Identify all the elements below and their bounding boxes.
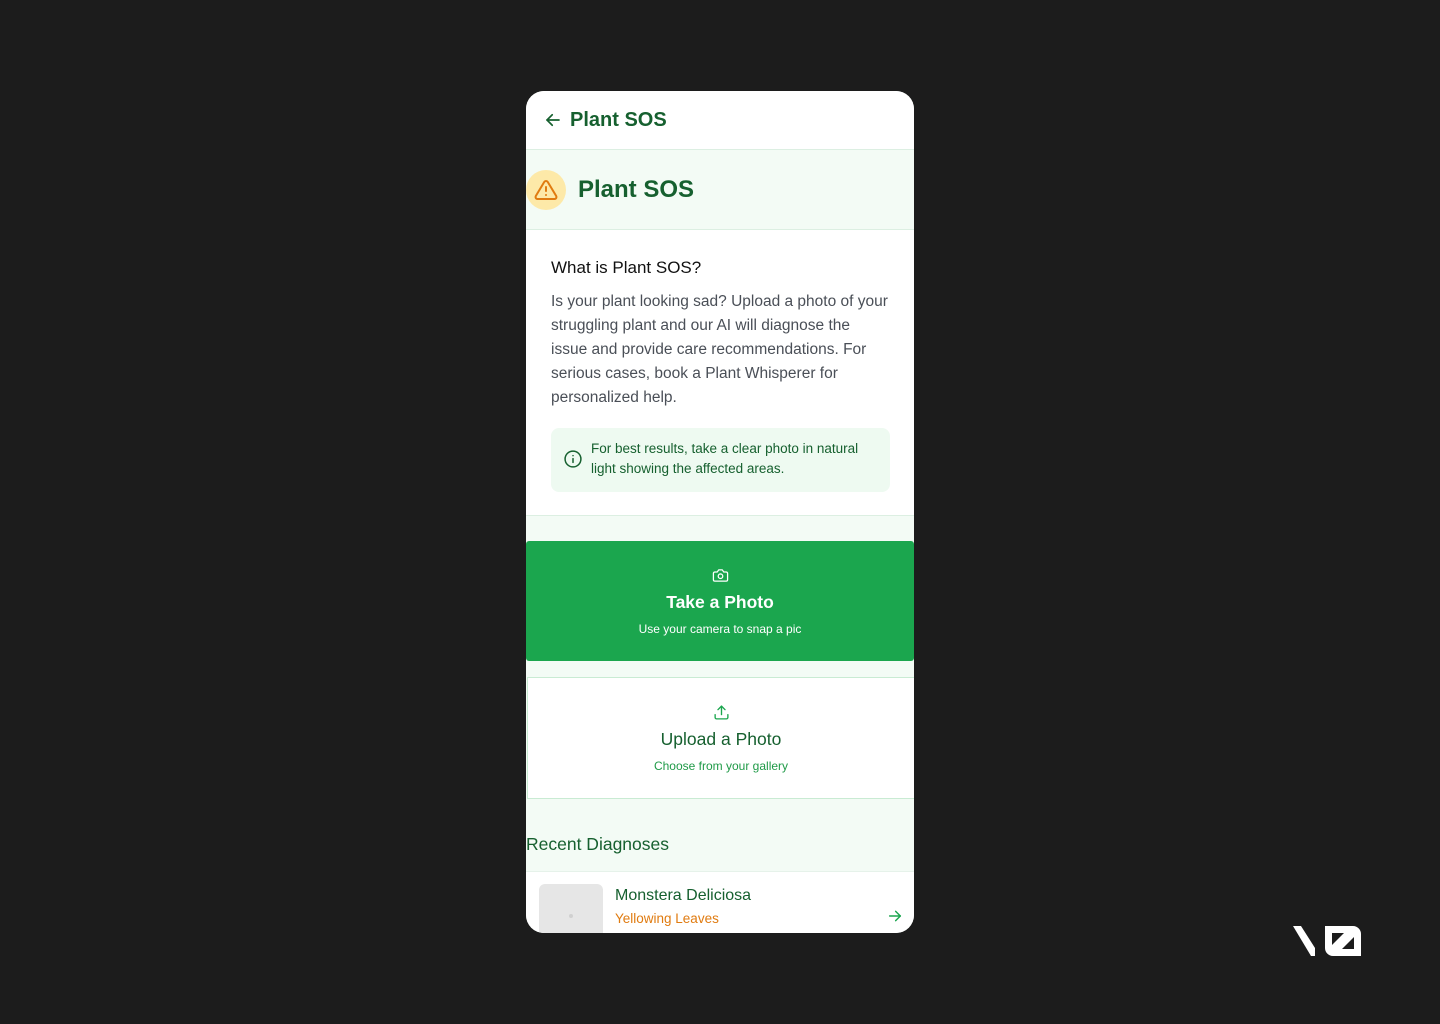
image-placeholder-icon bbox=[569, 914, 573, 918]
camera-icon bbox=[712, 568, 728, 582]
top-bar: Plant SOS bbox=[526, 91, 914, 150]
info-card: What is Plant SOS? Is your plant looking… bbox=[526, 230, 914, 516]
upload-photo-button[interactable]: Upload a Photo Choose from your gallery bbox=[527, 677, 914, 799]
take-photo-subtitle: Use your camera to snap a pic bbox=[638, 621, 802, 636]
info-icon bbox=[564, 450, 582, 468]
v0-logo-icon bbox=[1293, 926, 1361, 956]
upload-icon bbox=[713, 704, 729, 720]
take-photo-title: Take a Photo bbox=[666, 591, 774, 612]
plant-thumbnail bbox=[539, 884, 603, 933]
warning-badge bbox=[526, 169, 566, 210]
tip-text: For best results, take a clear photo in … bbox=[591, 441, 859, 476]
warning-icon bbox=[534, 179, 558, 200]
header-title: Plant SOS bbox=[570, 108, 667, 131]
hero-title: Plant SOS bbox=[578, 175, 695, 203]
diagnosis-issue: Yellowing Leaves bbox=[615, 911, 719, 926]
arrow-left-icon bbox=[546, 113, 560, 127]
info-description: Is your plant looking sad? Upload a phot… bbox=[551, 293, 888, 406]
take-photo-button[interactable]: Take a Photo Use your camera to snap a p… bbox=[526, 541, 914, 661]
back-button[interactable] bbox=[542, 109, 564, 131]
arrow-right-icon bbox=[888, 910, 902, 922]
mobile-app-frame: Plant SOS Plant SOS What is Plant SOS? I… bbox=[526, 91, 914, 933]
hero-banner: Plant SOS bbox=[526, 150, 914, 230]
upload-photo-title: Upload a Photo bbox=[660, 728, 782, 749]
recent-diagnoses-heading: Recent Diagnoses bbox=[526, 834, 669, 854]
upload-photo-subtitle: Choose from your gallery bbox=[653, 758, 789, 773]
info-title: What is Plant SOS? bbox=[551, 258, 702, 277]
tip-callout: For best results, take a clear photo in … bbox=[551, 428, 890, 492]
diagnosis-list-item[interactable]: Monstera Deliciosa Yellowing Leaves bbox=[526, 871, 914, 933]
diagnosis-plant-name: Monstera Deliciosa bbox=[615, 887, 752, 904]
